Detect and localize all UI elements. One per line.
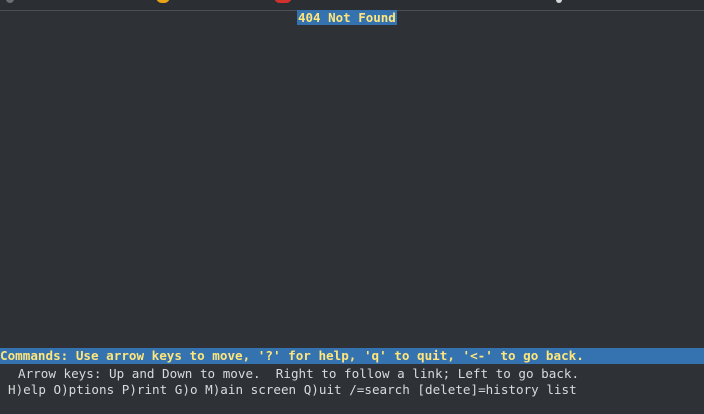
titlebar-icon [556, 0, 562, 3]
commands-status-bar: Commands: Use arrow keys to move, '?' fo… [0, 348, 704, 364]
titlebar-icon [274, 0, 292, 3]
help-line-navigation: Arrow keys: Up and Down to move. Right t… [18, 366, 580, 381]
titlebar-icon [156, 0, 170, 3]
help-line-commands: H)elp O)ptions P)rint G)o M)ain screen Q… [8, 382, 577, 397]
page-title: 404 Not Found [297, 10, 397, 25]
titlebar-icon [6, 0, 14, 3]
